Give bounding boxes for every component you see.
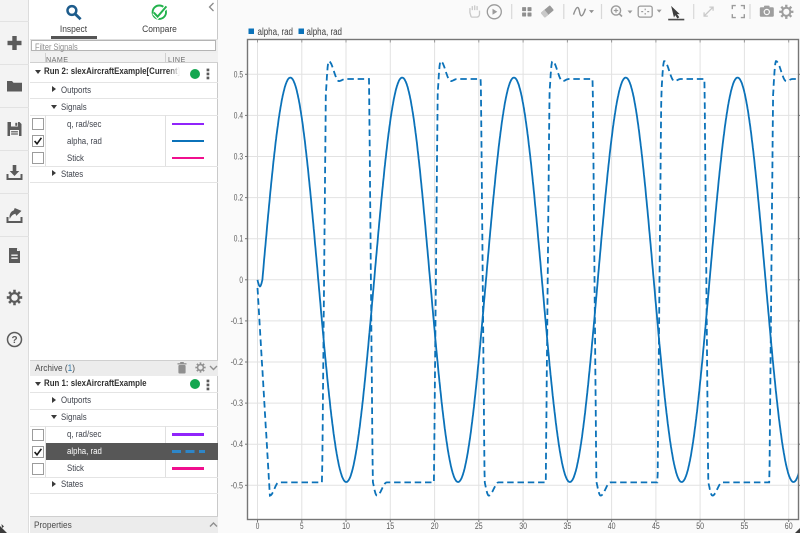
svg-text:alpha, rad: alpha, rad — [307, 27, 343, 38]
svg-text:30: 30 — [519, 521, 527, 531]
svg-text:5: 5 — [300, 521, 304, 531]
svg-text:0.2: 0.2 — [234, 193, 243, 203]
svg-text:60: 60 — [785, 521, 793, 531]
svg-text:10: 10 — [342, 521, 350, 531]
svg-text:0.4: 0.4 — [234, 110, 243, 120]
svg-text:35: 35 — [564, 521, 572, 531]
svg-text:?: ? — [11, 335, 17, 346]
svg-text:-0.2: -0.2 — [231, 357, 243, 367]
svg-text:-0.5: -0.5 — [231, 480, 243, 490]
svg-text:0: 0 — [256, 521, 260, 531]
svg-text:-0.1: -0.1 — [231, 316, 243, 326]
svg-text:55: 55 — [741, 521, 749, 531]
svg-text:20: 20 — [431, 521, 439, 531]
svg-text:alpha, rad: alpha, rad — [258, 27, 294, 38]
svg-text:25: 25 — [475, 521, 483, 531]
svg-text:0.1: 0.1 — [234, 234, 243, 244]
svg-text:-0.3: -0.3 — [231, 398, 243, 408]
svg-text:0.5: 0.5 — [234, 69, 243, 79]
svg-text:-0.4: -0.4 — [231, 439, 243, 449]
svg-text:45: 45 — [652, 521, 660, 531]
svg-text:15: 15 — [386, 521, 394, 531]
svg-text:50: 50 — [696, 521, 704, 531]
svg-text:0.3: 0.3 — [234, 152, 243, 162]
svg-text:40: 40 — [608, 521, 616, 531]
svg-text:0: 0 — [239, 275, 243, 285]
